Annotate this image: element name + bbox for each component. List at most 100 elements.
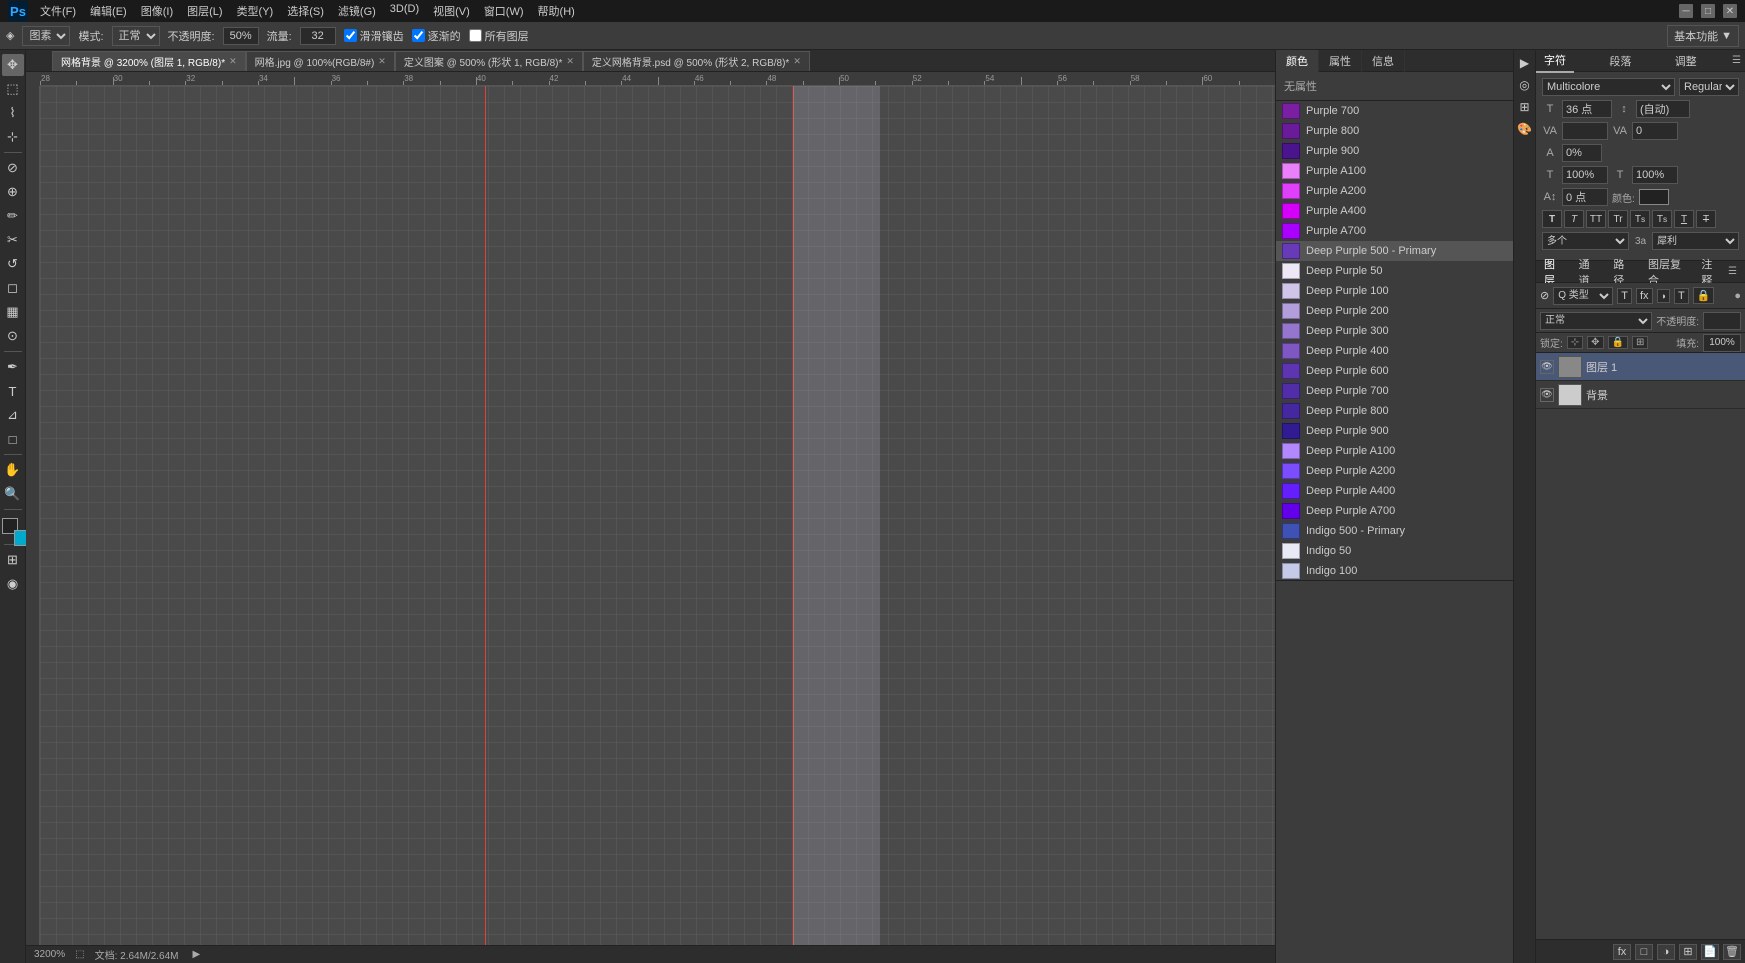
- nav-arrow[interactable]: ▶: [193, 949, 201, 960]
- tab-character[interactable]: 字符: [1536, 49, 1574, 73]
- filter-type-select[interactable]: Q 类型: [1553, 287, 1613, 305]
- tab-properties[interactable]: 属性: [1319, 50, 1362, 72]
- tab-close-icon[interactable]: ✕: [229, 56, 237, 67]
- filter-fx-btn[interactable]: fx: [1636, 288, 1653, 304]
- blend-mode-select[interactable]: 正常: [1540, 312, 1652, 330]
- gradient-tool[interactable]: ▦: [2, 301, 24, 323]
- move-tool[interactable]: ✥: [2, 54, 24, 76]
- swatch-row[interactable]: Purple 900: [1276, 141, 1513, 161]
- layer-fx-button[interactable]: fx: [1613, 944, 1631, 960]
- color-swatches[interactable]: [2, 518, 24, 540]
- tracking-input[interactable]: [1632, 122, 1678, 140]
- swatch-row[interactable]: Deep Purple 700: [1276, 381, 1513, 401]
- underline-button[interactable]: T: [1674, 210, 1694, 228]
- tab-close-icon[interactable]: ✕: [566, 56, 574, 67]
- menu-item-s[interactable]: 选择(S): [281, 1, 330, 21]
- swatch-row[interactable]: Deep Purple 600: [1276, 361, 1513, 381]
- scale-h-input2[interactable]: [1632, 166, 1678, 184]
- eyedropper-tool[interactable]: ⊘: [2, 157, 24, 179]
- filter-smart-btn[interactable]: T: [1674, 288, 1689, 304]
- quick-mask[interactable]: ◉: [2, 573, 24, 595]
- smooth-checkbox[interactable]: [344, 29, 357, 42]
- eraser-tool[interactable]: ◻: [2, 277, 24, 299]
- swatch-row[interactable]: Indigo 100: [1276, 561, 1513, 581]
- filter-toggle[interactable]: ●: [1734, 290, 1741, 302]
- swatch-row[interactable]: Deep Purple 200: [1276, 301, 1513, 321]
- heal-tool[interactable]: ⊕: [2, 181, 24, 203]
- new-group-button[interactable]: ⊞: [1679, 944, 1697, 960]
- swatch-row[interactable]: Indigo 50: [1276, 541, 1513, 561]
- menu-item-y[interactable]: 类型(Y): [231, 1, 280, 21]
- doc-tab[interactable]: 定义网格背景.psd @ 500% (形状 2, RGB/8)* ✕: [583, 51, 810, 71]
- menu-item-v[interactable]: 视图(V): [427, 1, 476, 21]
- rotate-icon[interactable]: ◎: [1516, 76, 1534, 94]
- menu-item-l[interactable]: 图层(L): [181, 1, 228, 21]
- zoom-tool[interactable]: 🔍: [2, 483, 24, 505]
- swatch-row[interactable]: Purple A100: [1276, 161, 1513, 181]
- lock-all-btn[interactable]: 🔒: [1608, 336, 1628, 349]
- font-size-input[interactable]: [1562, 100, 1612, 118]
- swatch-row[interactable]: Deep Purple 900: [1276, 421, 1513, 441]
- swatch-row[interactable]: Deep Purple A400: [1276, 481, 1513, 501]
- swatch-row[interactable]: Purple A400: [1276, 201, 1513, 221]
- swatch-row[interactable]: Deep Purple A700: [1276, 501, 1513, 521]
- superscript-button[interactable]: Ts: [1630, 210, 1650, 228]
- menu-item-i[interactable]: 图像(I): [135, 1, 179, 21]
- text-tool[interactable]: T: [2, 380, 24, 402]
- select-tool[interactable]: ⬚: [2, 78, 24, 100]
- shape-select[interactable]: 图素: [22, 26, 70, 46]
- menu-item-w[interactable]: 窗口(W): [478, 1, 530, 21]
- opacity-input[interactable]: [223, 27, 259, 45]
- new-layer-button[interactable]: 📄: [1701, 944, 1719, 960]
- minimize-button[interactable]: ─: [1679, 4, 1693, 18]
- filter-adj-btn[interactable]: ◑: [1657, 289, 1670, 303]
- layer-adj-button[interactable]: ◑: [1657, 944, 1675, 960]
- doc-tab[interactable]: 网格.jpg @ 100%(RGB/8#) ✕: [246, 51, 395, 71]
- tab-info[interactable]: 信息: [1362, 50, 1405, 72]
- menu-item-e[interactable]: 编辑(E): [84, 1, 133, 21]
- swatch-row[interactable]: Deep Purple 300: [1276, 321, 1513, 341]
- workspace-switcher[interactable]: 基本功能 ▼: [1667, 25, 1739, 47]
- swatch-row[interactable]: Purple 800: [1276, 121, 1513, 141]
- smallcaps-button[interactable]: Tr: [1608, 210, 1628, 228]
- layer-row[interactable]: 👁背景: [1536, 381, 1745, 409]
- swatch-row[interactable]: Deep Purple 500 - Primary: [1276, 241, 1513, 261]
- allcaps-button[interactable]: TT: [1586, 210, 1606, 228]
- opacity-value[interactable]: 36%: [1703, 312, 1741, 330]
- menu-item-f[interactable]: 文件(F): [34, 1, 82, 21]
- layers-panel-menu[interactable]: ☰: [1728, 266, 1741, 277]
- layer-visibility-icon[interactable]: 👁: [1540, 360, 1554, 374]
- lock-pixels-btn[interactable]: ⊹: [1567, 336, 1583, 349]
- airbrush-checkbox[interactable]: [412, 29, 425, 42]
- menu-item-h[interactable]: 帮助(H): [532, 1, 581, 21]
- baseline-input[interactable]: [1562, 188, 1608, 206]
- crop-tool[interactable]: ⊹: [2, 126, 24, 148]
- bold-button[interactable]: T: [1542, 210, 1562, 228]
- italic-button[interactable]: T: [1564, 210, 1584, 228]
- strikethrough-button[interactable]: T: [1696, 210, 1716, 228]
- line-height-input[interactable]: [1636, 100, 1690, 118]
- delete-layer-button[interactable]: 🗑: [1723, 944, 1741, 960]
- clone-tool[interactable]: ✂: [2, 229, 24, 251]
- collapse-icon[interactable]: ▶: [1516, 54, 1534, 72]
- all-layers-checkbox[interactable]: [469, 29, 482, 42]
- language-select[interactable]: 多个: [1542, 232, 1629, 250]
- swatch-row[interactable]: Deep Purple 800: [1276, 401, 1513, 421]
- swatch-row[interactable]: Purple 700: [1276, 101, 1513, 121]
- layer-row[interactable]: 👁图层 1: [1536, 353, 1745, 381]
- hand-tool[interactable]: ✋: [2, 459, 24, 481]
- shape-tool[interactable]: □: [2, 428, 24, 450]
- swatch-row[interactable]: Deep Purple 50: [1276, 261, 1513, 281]
- tab-close-icon[interactable]: ✕: [378, 56, 386, 67]
- screen-mode[interactable]: ⊞: [2, 549, 24, 571]
- dodge-tool[interactable]: ⊙: [2, 325, 24, 347]
- tab-color[interactable]: 颜色: [1276, 50, 1319, 72]
- flow-input[interactable]: [300, 27, 336, 45]
- mode-select[interactable]: 正常: [112, 26, 160, 46]
- scale-h-input[interactable]: [1562, 144, 1602, 162]
- tab-paragraph[interactable]: 段落: [1601, 50, 1639, 72]
- lasso-tool[interactable]: ⌇: [2, 102, 24, 124]
- filter-lock-btn[interactable]: 🔒: [1693, 287, 1715, 304]
- menu-item-g[interactable]: 滤镜(G): [332, 1, 382, 21]
- filter-t-btn[interactable]: T: [1617, 288, 1632, 304]
